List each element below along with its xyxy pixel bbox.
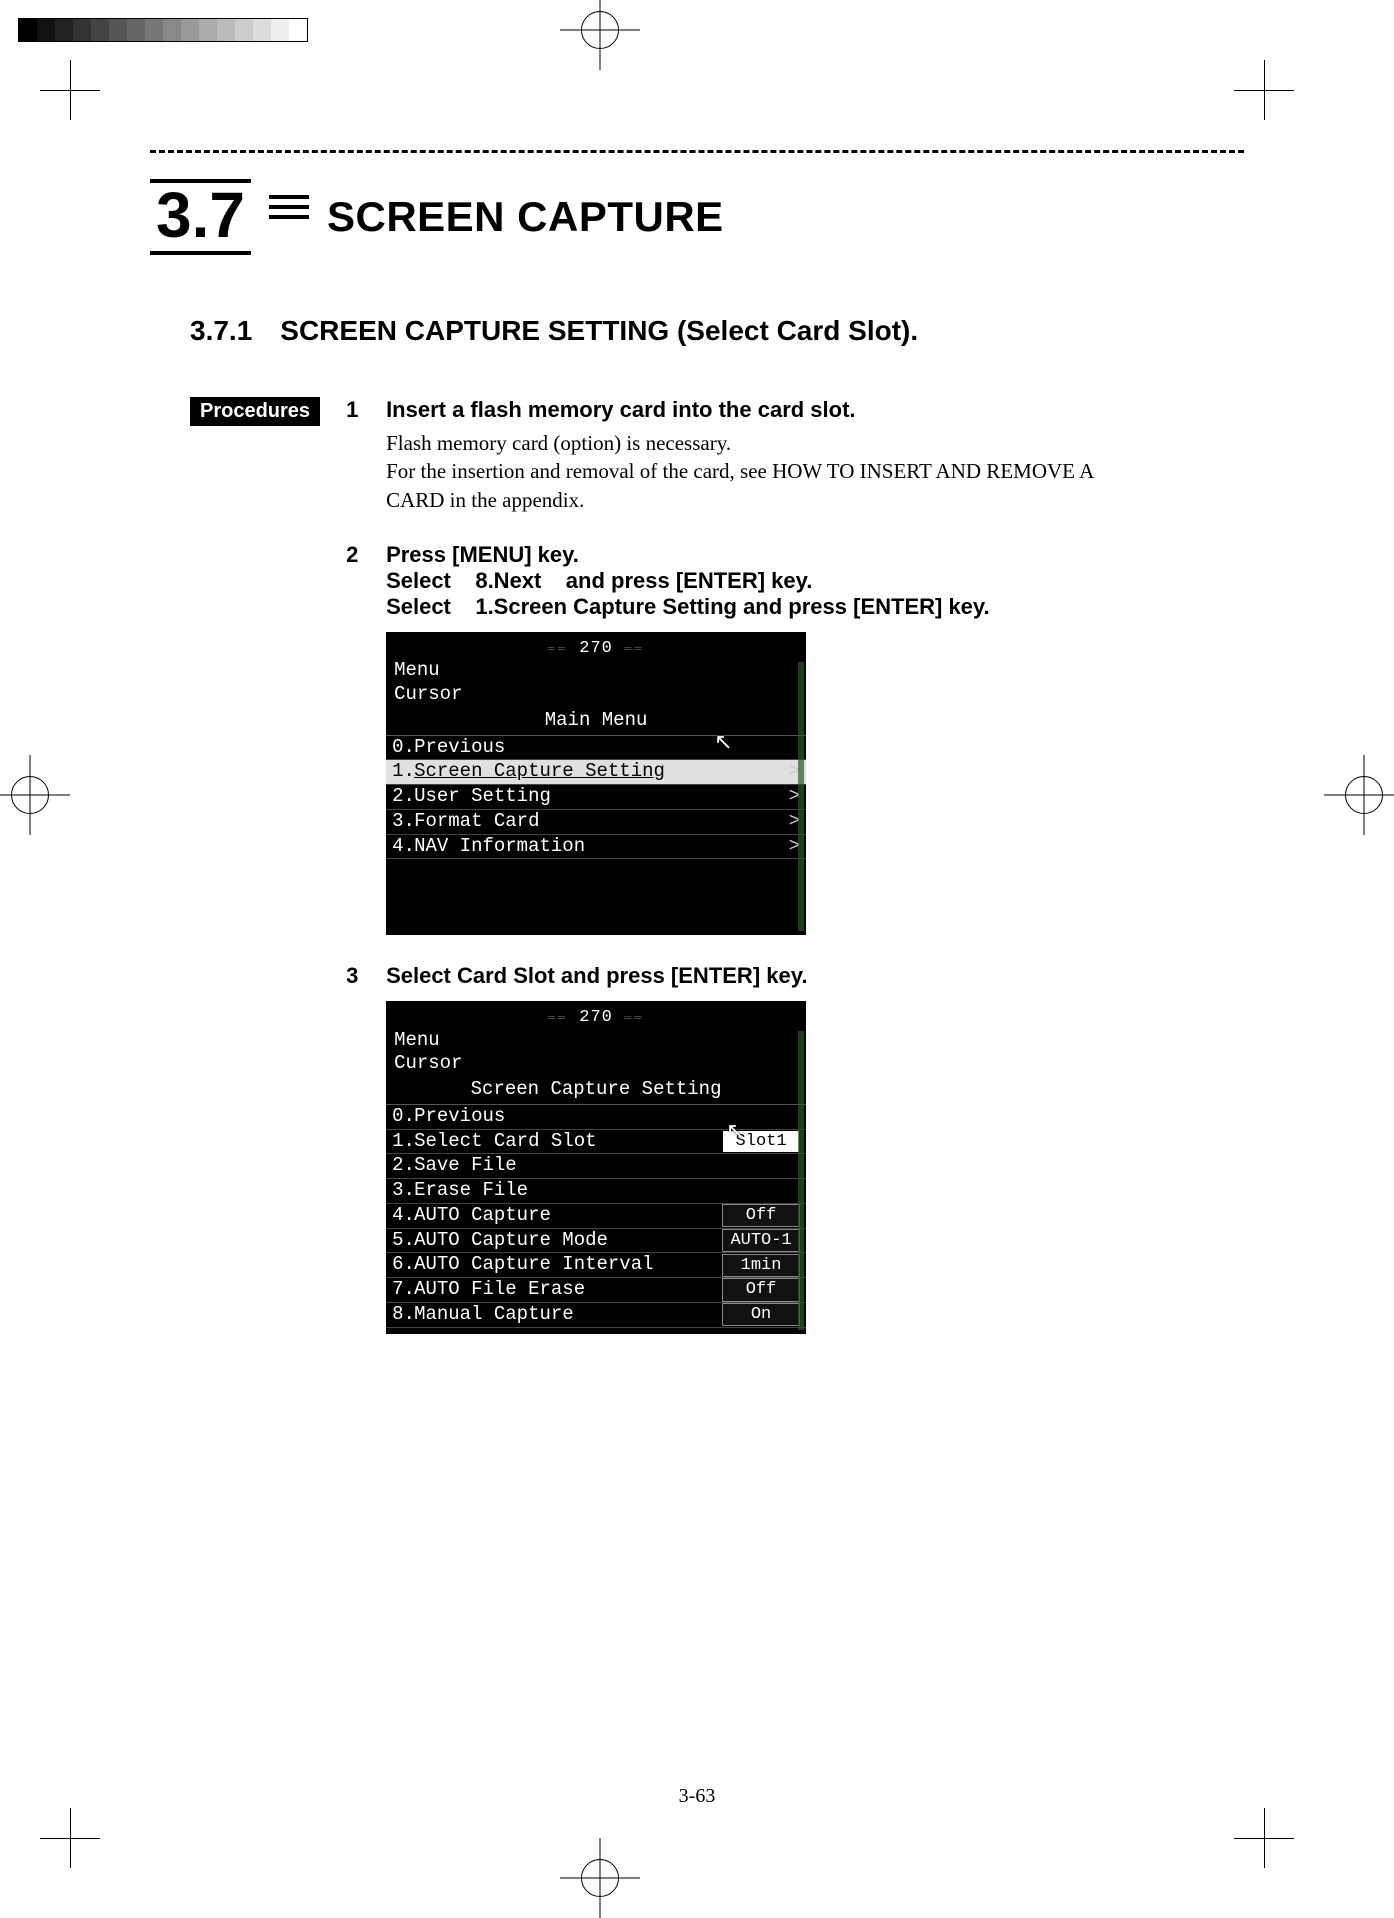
value-auto-capture[interactable]: Off xyxy=(722,1204,800,1227)
section-number: 3.7 xyxy=(156,179,245,251)
step-number: 1 xyxy=(346,397,366,514)
menu-item-erase-file[interactable]: 3. Erase File xyxy=(386,1179,806,1204)
step-number: 3 xyxy=(346,963,366,1333)
menu-label: Menu xyxy=(386,1029,806,1053)
grayscale-calibration-bar xyxy=(18,18,308,42)
value-auto-file-erase[interactable]: Off xyxy=(722,1278,800,1301)
step-3: 3 Select Card Slot and press [ENTER] key… xyxy=(346,963,1244,1333)
menu-title: Main Menu xyxy=(386,707,806,736)
subsection-number: 3.7.1 xyxy=(190,315,252,347)
compass-heading: ══ 270 ══ xyxy=(386,1007,806,1028)
device-screenshot-main-menu: ══ 270 ══ Menu Cursor Main Menu 0. Previ… xyxy=(386,632,806,935)
value-auto-capture-interval[interactable]: 1min xyxy=(722,1254,800,1277)
compass-value: 270 xyxy=(579,639,613,658)
menu-item-format-card[interactable]: 3. Format Card > xyxy=(386,810,806,835)
crop-mark-br xyxy=(1234,1808,1294,1868)
menu-item-nav-information[interactable]: 4. NAV Information > xyxy=(386,835,806,860)
menu-item-previous[interactable]: 0. Previous xyxy=(386,736,806,761)
crop-mark-tl xyxy=(40,60,100,120)
procedures-label: Procedures xyxy=(190,397,320,426)
compass-value: 270 xyxy=(579,1008,613,1027)
registration-mark-top xyxy=(560,0,640,70)
step-2: 2 Press [MENU] key. Select 8.Next and pr… xyxy=(346,542,1244,935)
menu-item-manual-capture[interactable]: 8. Manual Capture On xyxy=(386,1303,806,1328)
menu-item-user-setting[interactable]: 2. User Setting > xyxy=(386,785,806,810)
registration-mark-bottom xyxy=(560,1838,640,1918)
compass-heading: ══ 270 ══ xyxy=(386,638,806,659)
value-card-slot[interactable]: Slot1 xyxy=(722,1130,800,1153)
step-title: Select Card Slot and press [ENTER] key. xyxy=(386,963,1244,989)
cursor-label: Cursor xyxy=(386,1052,806,1076)
crop-mark-bl xyxy=(40,1808,100,1868)
step-title: Insert a flash memory card into the card… xyxy=(386,397,1244,423)
value-manual-capture[interactable]: On xyxy=(722,1303,800,1326)
registration-mark-right xyxy=(1324,755,1394,835)
page-content: 3.7 SCREEN CAPTURE 3.7.1 SCREEN CAPTURE … xyxy=(150,150,1244,1362)
menu-item-auto-capture-mode[interactable]: 5. AUTO Capture Mode AUTO-1 xyxy=(386,1229,806,1254)
menu-item-previous[interactable]: 0. Previous xyxy=(386,1105,806,1130)
menu-label: Menu xyxy=(386,659,806,683)
crop-mark-tr xyxy=(1234,60,1294,120)
menu-item-save-file[interactable]: 2. Save File xyxy=(386,1154,806,1179)
device-screenshot-capture-setting: ══ 270 ══ Menu Cursor Screen Capture Set… xyxy=(386,1001,806,1333)
cursor-label: Cursor xyxy=(386,683,806,707)
step-1: 1 Insert a flash memory card into the ca… xyxy=(346,397,1244,514)
heading-ornament xyxy=(269,195,309,239)
registration-mark-left xyxy=(0,755,70,835)
step-number: 2 xyxy=(346,542,366,935)
menu-title: Screen Capture Setting xyxy=(386,1076,806,1105)
subsection-title: SCREEN CAPTURE SETTING (Select Card Slot… xyxy=(280,315,918,347)
menu-item-screen-capture-setting[interactable]: 1. Screen Capture Setting > xyxy=(386,760,806,785)
section-heading: 3.7 SCREEN CAPTURE xyxy=(150,179,1244,255)
page-number: 3-63 xyxy=(679,1785,716,1808)
subsection-heading: 3.7.1 SCREEN CAPTURE SETTING (Select Car… xyxy=(190,315,1244,347)
procedure-steps: 1 Insert a flash memory card into the ca… xyxy=(346,397,1244,1362)
value-auto-capture-mode[interactable]: AUTO-1 xyxy=(722,1229,800,1252)
section-title: SCREEN CAPTURE xyxy=(327,193,724,241)
step-title: Press [MENU] key. Select 8.Next and pres… xyxy=(386,542,1244,620)
menu-item-auto-capture[interactable]: 4. AUTO Capture Off xyxy=(386,1204,806,1229)
section-number-box: 3.7 xyxy=(150,179,251,255)
menu-item-auto-file-erase[interactable]: 7. AUTO File Erase Off xyxy=(386,1278,806,1303)
menu-item-select-card-slot[interactable]: 1. Select Card Slot Slot1 xyxy=(386,1130,806,1155)
step-body-text: Flash memory card (option) is necessary.… xyxy=(386,429,1146,514)
section-divider xyxy=(150,150,1244,153)
menu-item-auto-capture-interval[interactable]: 6. AUTO Capture Interval 1min xyxy=(386,1253,806,1278)
